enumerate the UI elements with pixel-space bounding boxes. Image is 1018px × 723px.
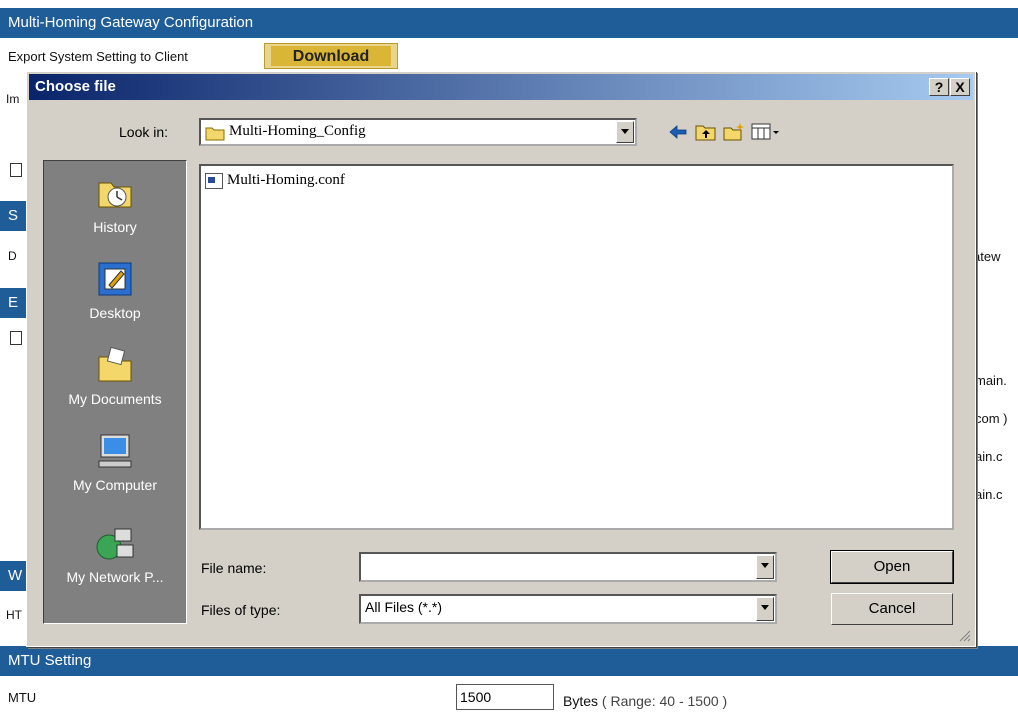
view-menu-icon[interactable]: [751, 122, 781, 142]
mtu-units-label: Bytes: [563, 693, 599, 709]
mtu-label: MTU: [8, 690, 37, 705]
export-label: Export System Setting to Client: [8, 49, 188, 64]
resize-grip-icon[interactable]: [959, 630, 971, 642]
file-name-chevron-down-icon[interactable]: [756, 555, 774, 579]
download-button[interactable]: Download: [264, 43, 398, 69]
place-my-documents[interactable]: My Documents: [44, 343, 186, 429]
file-item-label: Multi-Homing.conf: [227, 172, 345, 188]
new-folder-icon[interactable]: [723, 122, 745, 142]
mtu-units: Bytes ( Range: 40 - 1500 ): [563, 693, 727, 709]
section-s-label: S: [8, 207, 19, 224]
place-desktop[interactable]: Desktop: [44, 257, 186, 343]
place-history[interactable]: History: [44, 171, 186, 257]
help-button[interactable]: ?: [929, 78, 949, 96]
place-my-computer[interactable]: My Computer: [44, 429, 186, 515]
back-icon[interactable]: [667, 122, 689, 142]
d-label-clipped: D: [8, 249, 17, 263]
desktop-icon: [98, 262, 132, 296]
domain-text-3: ain.c: [975, 449, 1003, 464]
section-e-label: E: [8, 294, 19, 311]
file-list[interactable]: Multi-Homing.conf: [199, 164, 954, 530]
import-label-clipped: Im: [6, 92, 20, 106]
page-header: Multi-Homing Gateway Configuration: [0, 8, 1018, 38]
file-type-chevron-down-icon[interactable]: [756, 597, 774, 621]
place-desktop-label: Desktop: [89, 305, 141, 321]
mtu-section-header: MTU Setting: [0, 646, 1018, 676]
file-type-label: Files of type:: [201, 602, 281, 618]
checkbox-2[interactable]: [10, 331, 22, 345]
checkbox-1[interactable]: [10, 163, 22, 177]
file-type-dropdown[interactable]: All Files (*.*): [359, 594, 777, 624]
page-title: Multi-Homing Gateway Configuration: [8, 14, 254, 31]
place-my-network-places-label: My Network P...: [66, 569, 164, 585]
mtu-range-label: ( Range: 40 - 1500 ): [601, 693, 728, 709]
file-type-value: All Files (*.*): [365, 599, 443, 615]
domain-text-2: com ): [975, 411, 1008, 426]
folder-icon: [205, 127, 225, 141]
file-icon: [205, 172, 223, 189]
place-history-label: History: [93, 219, 137, 235]
mtu-input[interactable]: 1500: [456, 684, 554, 710]
domain-text-4: ain.c: [975, 487, 1003, 502]
history-icon: [98, 182, 132, 208]
dialog-titlebar[interactable]: Choose file ? X: [29, 74, 973, 100]
section-w-label: W: [8, 567, 23, 584]
choose-file-dialog: Choose file ? X Look in: Multi-Homing_Co…: [26, 71, 976, 647]
download-label: Download: [271, 46, 391, 66]
ht-label-clipped: HT: [6, 608, 22, 622]
gateway-text-clipped: atew: [973, 249, 1001, 264]
file-name-input[interactable]: [359, 552, 777, 582]
file-item[interactable]: Multi-Homing.conf: [205, 172, 345, 189]
place-my-network-places[interactable]: My Network P...: [44, 523, 186, 609]
my-network-places-icon: [96, 528, 134, 560]
look-in-chevron-down-icon[interactable]: [616, 121, 634, 143]
look-in-dropdown[interactable]: Multi-Homing_Config: [199, 118, 637, 146]
dialog-title: Choose file: [35, 78, 116, 95]
cancel-button[interactable]: Cancel: [831, 593, 953, 625]
place-my-computer-label: My Computer: [72, 477, 158, 493]
domain-text-1: main.: [975, 373, 1007, 388]
open-button[interactable]: Open: [830, 550, 954, 584]
mtu-section-title: MTU Setting: [8, 652, 92, 669]
places-bar: History Desktop My Documents My Computer…: [43, 160, 187, 624]
my-documents-icon: [98, 346, 132, 382]
up-folder-icon[interactable]: [695, 122, 717, 142]
look-in-label: Look in:: [119, 124, 169, 140]
file-name-label: File name:: [201, 560, 267, 576]
my-computer-icon: [98, 434, 132, 468]
look-in-value: Multi-Homing_Config: [229, 123, 366, 139]
close-button[interactable]: X: [950, 78, 970, 96]
place-my-documents-label: My Documents: [68, 391, 162, 407]
